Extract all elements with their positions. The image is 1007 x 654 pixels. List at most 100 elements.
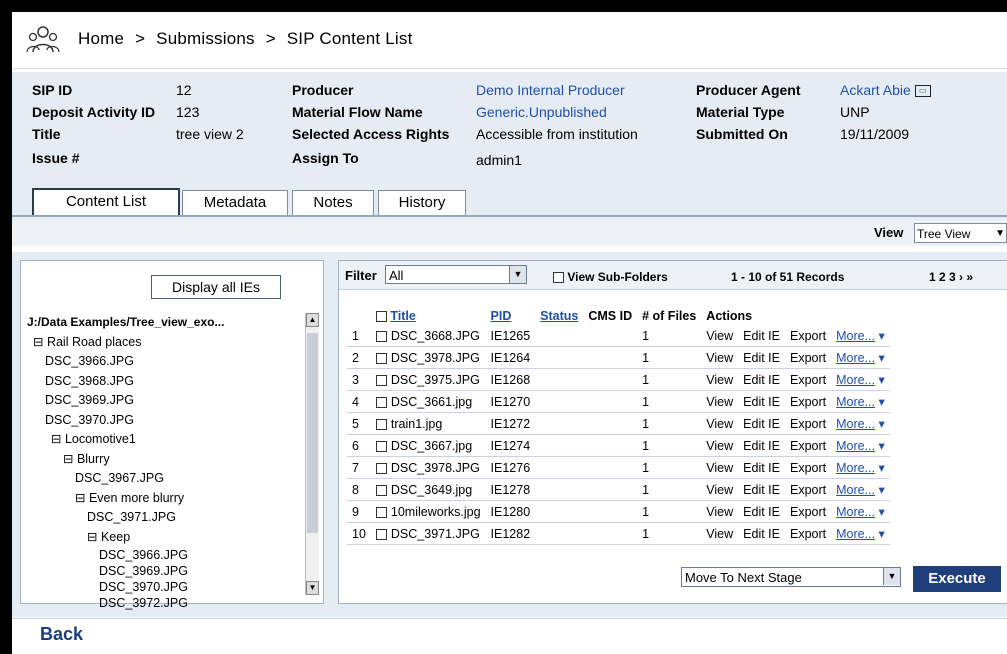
view-action[interactable]: View <box>701 478 739 501</box>
tab-content-list[interactable]: Content List <box>32 188 180 216</box>
more-action[interactable]: More... ▾ <box>831 456 890 479</box>
row-title-text[interactable]: DSC_3978.JPG <box>391 351 480 365</box>
row-title-text[interactable]: DSC_3978.JPG <box>391 461 480 475</box>
tree-leaf[interactable]: DSC_3969.JPG <box>27 563 297 579</box>
pid-column-header[interactable]: PID <box>486 307 536 325</box>
contact-card-icon[interactable]: ▭ <box>914 85 931 98</box>
view-action[interactable]: View <box>701 456 739 479</box>
row-title-text[interactable]: DSC_3667.jpg <box>391 439 472 453</box>
scroll-down-icon[interactable]: ▼ <box>306 581 319 595</box>
row-checkbox[interactable] <box>375 440 387 452</box>
tree-leaf[interactable]: DSC_3972.JPG <box>27 595 297 611</box>
row-title-text[interactable]: DSC_3975.JPG <box>391 373 480 387</box>
export-action[interactable]: Export <box>785 412 832 435</box>
tree-leaf[interactable]: DSC_3966.JPG <box>27 547 297 563</box>
row-title-text[interactable]: DSC_3661.jpg <box>391 395 472 409</box>
row-title[interactable]: DSC_3661.jpg <box>370 390 486 413</box>
edit-ie-action[interactable]: Edit IE <box>738 325 785 347</box>
mfn-value[interactable]: Generic.Unpublished <box>476 104 607 120</box>
tree-node[interactable]: ⊟ Locomotive1 <box>27 430 297 450</box>
row-title[interactable]: DSC_3667.jpg <box>370 434 486 457</box>
execute-button[interactable]: Execute <box>913 566 1001 592</box>
more-action[interactable]: More... ▾ <box>831 434 890 457</box>
tree-leaf[interactable]: DSC_3966.JPG <box>27 352 297 372</box>
tree-leaf[interactable]: DSC_3969.JPG <box>27 391 297 411</box>
export-action[interactable]: Export <box>785 478 832 501</box>
pid-column-label[interactable]: PID <box>491 309 512 323</box>
tree-leaf[interactable]: DSC_3970.JPG <box>27 411 297 431</box>
view-action[interactable]: View <box>701 500 739 523</box>
row-title[interactable]: DSC_3978.JPG <box>370 456 486 479</box>
tree-node[interactable]: ⊟ Keep <box>27 528 297 548</box>
edit-ie-action[interactable]: Edit IE <box>738 522 785 545</box>
row-checkbox[interactable] <box>375 484 387 496</box>
chevron-down-icon[interactable]: ▾ <box>875 395 885 409</box>
row-title-text[interactable]: train1.jpg <box>391 417 442 431</box>
producer-value[interactable]: Demo Internal Producer <box>476 82 625 98</box>
chevron-down-icon[interactable]: ▾ <box>875 505 885 519</box>
more-link[interactable]: More... <box>836 461 875 475</box>
view-action[interactable]: View <box>701 522 739 545</box>
tree-leaf[interactable]: DSC_3967.JPG <box>27 469 297 489</box>
export-action[interactable]: Export <box>785 456 832 479</box>
view-action[interactable]: View <box>701 434 739 457</box>
scroll-up-icon[interactable]: ▲ <box>306 313 319 327</box>
row-title[interactable]: train1.jpg <box>370 412 486 435</box>
display-all-ies-button[interactable]: Display all IEs <box>151 275 281 299</box>
edit-ie-action[interactable]: Edit IE <box>738 346 785 369</box>
more-action[interactable]: More... ▾ <box>831 368 890 391</box>
more-link[interactable]: More... <box>836 417 875 431</box>
chevron-down-icon[interactable]: ▾ <box>875 461 885 475</box>
agent-value[interactable]: Ackart Abie ▭ <box>840 82 931 98</box>
tree-leaf[interactable]: DSC_3971.JPG <box>27 508 297 528</box>
export-action[interactable]: Export <box>785 346 832 369</box>
export-action[interactable]: Export <box>785 500 832 523</box>
more-action[interactable]: More... ▾ <box>831 478 890 501</box>
export-action[interactable]: Export <box>785 368 832 391</box>
row-checkbox[interactable] <box>375 462 387 474</box>
chevron-down-icon[interactable]: ▾ <box>875 351 885 365</box>
view-action[interactable]: View <box>701 325 739 347</box>
more-link[interactable]: More... <box>836 483 875 497</box>
row-checkbox[interactable] <box>375 396 387 408</box>
edit-ie-action[interactable]: Edit IE <box>738 368 785 391</box>
filter-select[interactable]: All ▼ <box>385 265 527 284</box>
edit-ie-action[interactable]: Edit IE <box>738 390 785 413</box>
tree-node[interactable]: ⊟ Rail Road places <box>27 333 297 353</box>
row-title[interactable]: 10mileworks.jpg <box>370 500 486 523</box>
select-all-checkbox[interactable] <box>375 311 387 323</box>
view-subfolders[interactable]: View Sub-Folders <box>553 270 668 284</box>
export-action[interactable]: Export <box>785 434 832 457</box>
title-column-label[interactable]: Title <box>390 309 415 323</box>
chevron-down-icon[interactable]: ▾ <box>875 483 885 497</box>
row-title-text[interactable]: DSC_3668.JPG <box>391 329 480 343</box>
more-action[interactable]: More... ▾ <box>831 390 890 413</box>
breadcrumb-home[interactable]: Home <box>78 29 124 48</box>
row-checkbox[interactable] <box>375 352 387 364</box>
status-column-header[interactable]: Status <box>535 307 583 325</box>
more-action[interactable]: More... ▾ <box>831 522 890 545</box>
row-title[interactable]: DSC_3649.jpg <box>370 478 486 501</box>
export-action[interactable]: Export <box>785 325 832 347</box>
tree-root[interactable]: J:/Data Examples/Tree_view_exo... <box>27 313 297 333</box>
stage-select[interactable]: Move To Next Stage ▼ <box>681 567 901 587</box>
more-link[interactable]: More... <box>836 395 875 409</box>
edit-ie-action[interactable]: Edit IE <box>738 434 785 457</box>
checkbox-icon[interactable] <box>553 272 564 284</box>
tree-node[interactable]: ⊟ Even more blurry <box>27 489 297 509</box>
row-checkbox[interactable] <box>375 418 387 430</box>
export-action[interactable]: Export <box>785 390 832 413</box>
chevron-down-icon[interactable]: ▾ <box>875 329 885 343</box>
view-action[interactable]: View <box>701 390 739 413</box>
row-title[interactable]: DSC_3668.JPG <box>370 325 486 347</box>
chevron-down-icon[interactable]: ▾ <box>875 417 885 431</box>
breadcrumb-submissions[interactable]: Submissions <box>156 29 255 48</box>
export-action[interactable]: Export <box>785 522 832 545</box>
agent-name[interactable]: Ackart Abie <box>840 82 911 98</box>
chevron-down-icon[interactable]: ▾ <box>875 439 885 453</box>
edit-ie-action[interactable]: Edit IE <box>738 500 785 523</box>
more-link[interactable]: More... <box>836 373 875 387</box>
tree-leaf[interactable]: DSC_3968.JPG <box>27 372 297 392</box>
row-checkbox[interactable] <box>375 330 387 342</box>
chevron-down-icon[interactable]: ▾ <box>875 373 885 387</box>
